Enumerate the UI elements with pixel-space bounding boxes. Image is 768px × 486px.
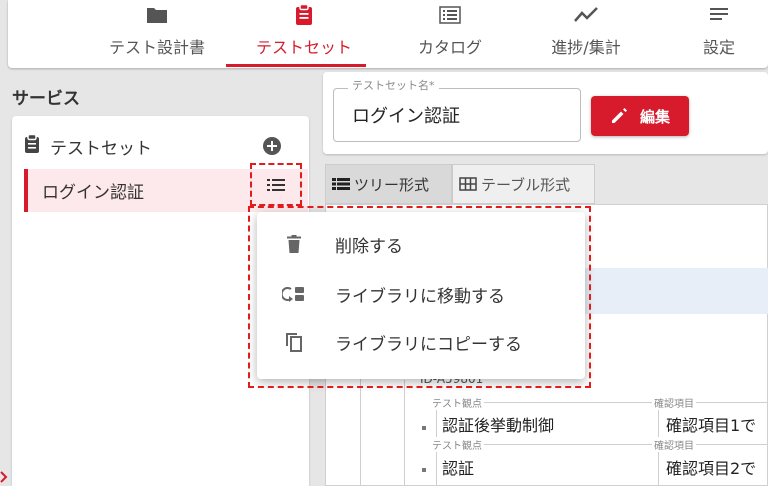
tab-tree-view-label: ツリー形式 [354, 175, 430, 194]
item-menu-button[interactable] [250, 163, 302, 206]
sidebar-item-label: ログイン認証 [42, 183, 144, 203]
clipboard-icon [24, 133, 40, 158]
list-icon [267, 178, 285, 191]
tab-label: 進捗/集計 [551, 38, 621, 57]
viewpoint-caption: テスト観点 [430, 395, 484, 410]
active-tab-indicator [226, 64, 366, 67]
tab-table-view[interactable]: テーブル形式 [452, 164, 595, 204]
tab-label: テストセット [255, 38, 352, 57]
top-navigation: テスト設計書 テストセット カタログ 進捗/集計 設定 [8, 0, 768, 68]
sidebar-section-label: テストセット [50, 138, 152, 159]
chevron-right-icon [0, 471, 8, 483]
tab-test-design[interactable]: テスト設計書 [92, 0, 222, 68]
sidebar-title: サービス [12, 89, 80, 109]
test-set-name-value: ログイン認証 [352, 106, 460, 127]
list-icon [332, 178, 350, 190]
check-item-value: 確認項目1で [666, 416, 757, 435]
tab-test-set[interactable]: テストセット [234, 0, 374, 68]
edit-button-label: 編集 [639, 107, 670, 126]
tab-label: 設定 [702, 38, 735, 57]
tree-bullet [422, 468, 426, 472]
tab-label: カタログ [417, 38, 482, 57]
viewpoint-value: 認証後挙動制御 [442, 416, 555, 435]
tab-progress[interactable]: 進捗/集計 [536, 0, 636, 68]
tab-label: テスト設計書 [108, 38, 205, 57]
trend-icon [573, 0, 599, 30]
view-mode-tabs: ツリー形式 テーブル形式 [325, 164, 595, 204]
tree-bullet [422, 426, 426, 430]
tab-catalog[interactable]: カタログ [400, 0, 500, 68]
tab-tree-view[interactable]: ツリー形式 [325, 164, 452, 204]
check-item-caption: 確認項目 [652, 395, 696, 410]
clipboard-icon [295, 0, 313, 30]
folder-icon [146, 0, 168, 30]
check-item-value: 確認項目2で [666, 459, 757, 478]
edit-button[interactable]: 編集 [591, 96, 689, 136]
sidebar-section-header: テストセット [24, 133, 152, 159]
grid-icon [439, 0, 461, 30]
viewpoint-value: 認証 [442, 459, 475, 478]
test-set-name-label: テストセット名* [348, 77, 439, 93]
add-circle-icon [263, 137, 281, 155]
table-icon [459, 177, 477, 191]
tab-table-view-label: テーブル形式 [481, 175, 571, 194]
viewpoint-caption: テスト観点 [430, 437, 484, 452]
add-test-set-button[interactable] [262, 136, 282, 160]
collapse-sidebar-button[interactable] [0, 470, 10, 486]
tree-connector [404, 380, 405, 486]
lines-icon [709, 0, 729, 30]
tab-settings[interactable]: 設定 [684, 0, 754, 68]
context-menu-highlight [248, 206, 591, 388]
pencil-icon [611, 108, 627, 123]
check-item-caption: 確認項目 [652, 437, 696, 452]
